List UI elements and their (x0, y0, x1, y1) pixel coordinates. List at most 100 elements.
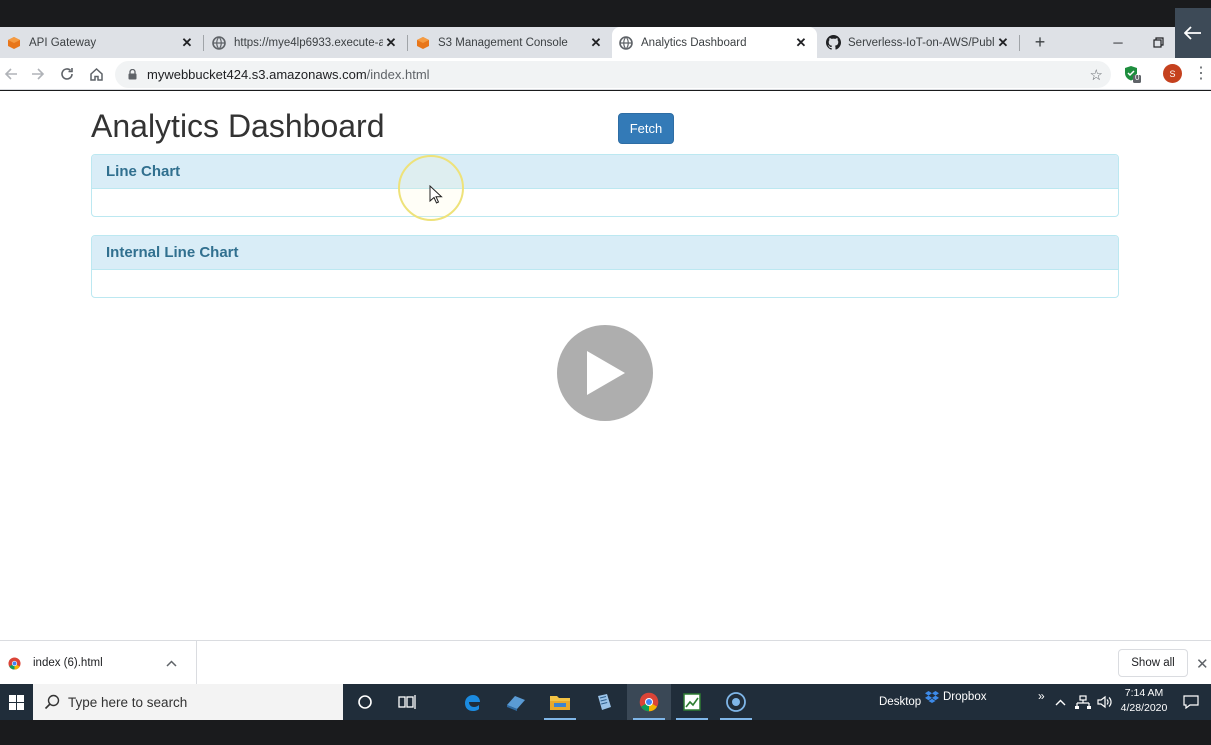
search-placeholder: Type here to search (68, 694, 188, 710)
arrow-left-icon (4, 68, 17, 80)
system-clock[interactable]: 7:14 AM 4/28/2020 (1118, 686, 1170, 716)
profile-avatar[interactable]: S (1163, 64, 1182, 83)
screen: API Gateway ✕ https://mye4lp6933.execute… (0, 0, 1211, 745)
lock-icon (126, 68, 138, 82)
bookmark-star-icon[interactable]: ☆ (1090, 66, 1103, 84)
chevron-up-icon[interactable] (1055, 684, 1066, 720)
mouse-pointer-icon (429, 185, 443, 204)
cortana-button[interactable] (343, 684, 387, 720)
tab-divider (1019, 35, 1020, 51)
edge-icon (465, 695, 480, 711)
close-icon[interactable]: ✕ (1196, 655, 1209, 673)
arrow-left-icon (1184, 26, 1201, 40)
toolbar: mywebbucket424.s3.amazonaws.com/index.ht… (0, 58, 1211, 90)
restore-button[interactable] (1138, 27, 1178, 58)
address-bar[interactable]: mywebbucket424.s3.amazonaws.com/index.ht… (115, 61, 1111, 88)
extension-badge: 0 (1135, 73, 1140, 82)
bottom-black-bar (0, 720, 1211, 745)
clock-time: 7:14 AM (1124, 687, 1164, 699)
show-all-button[interactable]: Show all (1118, 649, 1188, 677)
new-tab-button[interactable]: + (1030, 33, 1050, 53)
page-title: Analytics Dashboard (91, 108, 385, 144)
tab-analytics-dashboard[interactable]: Analytics Dashboard ✕ (612, 27, 817, 58)
arrow-right-icon (32, 68, 45, 80)
clock-date: 4/28/2020 (1120, 702, 1168, 714)
chart-app-button[interactable] (670, 684, 714, 720)
chrome-icon (639, 692, 659, 712)
globe-icon (618, 35, 634, 51)
minimize-button[interactable]: ─ (1098, 27, 1138, 58)
back-arrow-overlay-button[interactable] (1175, 8, 1211, 58)
github-icon (825, 35, 841, 51)
extension-button[interactable]: 0 (1123, 65, 1141, 83)
toolbar-overflow-icon[interactable]: » (1038, 678, 1045, 714)
folder-icon (550, 696, 570, 710)
taskbar-search[interactable]: Type here to search (33, 684, 343, 720)
internal-line-chart-panel: Internal Line Chart (91, 235, 1119, 298)
close-icon[interactable]: ✕ (793, 35, 809, 51)
tab-github[interactable]: Serverless-IoT-on-AWS/Public ✕ (819, 27, 1019, 58)
tab-divider (203, 35, 204, 51)
reload-button[interactable] (56, 63, 78, 85)
tab-s3-console[interactable]: S3 Management Console ✕ (409, 27, 612, 58)
aws-icon (6, 35, 22, 51)
home-button[interactable] (85, 63, 107, 85)
fetch-button[interactable]: Fetch (618, 113, 674, 144)
close-icon[interactable]: ✕ (179, 35, 195, 51)
page-viewport: Analytics Dashboard Fetch Line Chart Int… (0, 91, 1211, 640)
url-text: mywebbucket424.s3.amazonaws.com/index.ht… (147, 67, 430, 82)
play-icon (587, 351, 625, 395)
network-icon[interactable] (1075, 684, 1091, 720)
downloads-bar: index (6).html Show all ✕ (0, 640, 1211, 685)
chart-app-icon (683, 693, 701, 711)
tab-title: S3 Management Console (438, 36, 568, 49)
tab-api-gateway[interactable]: API Gateway ✕ (0, 27, 203, 58)
globe-icon (211, 35, 227, 51)
volume-icon[interactable] (1097, 684, 1113, 720)
download-filename: index (6).html (33, 657, 103, 669)
tab-title: Analytics Dashboard (641, 36, 747, 49)
recorder-app-button[interactable] (714, 684, 758, 720)
url-host: mywebbucket424.s3.amazonaws.com (147, 67, 367, 82)
tab-title: https://mye4lp6933.execute-ap (234, 36, 383, 49)
top-black-bar (0, 0, 1211, 27)
tab-title: Serverless-IoT-on-AWS/Public (848, 36, 995, 49)
search-icon (44, 694, 60, 710)
close-icon[interactable]: ✕ (995, 35, 1011, 51)
tab-title: API Gateway (29, 36, 97, 49)
chrome-taskbar-button[interactable] (627, 684, 671, 720)
record-icon (726, 692, 746, 712)
home-icon (89, 67, 103, 81)
task-view-button[interactable] (385, 684, 429, 720)
more-menu-icon[interactable]: ⋮ (1193, 64, 1209, 84)
notes-app-button[interactable] (582, 684, 626, 720)
network-app-button[interactable] (494, 684, 538, 720)
edge-button[interactable] (450, 684, 494, 720)
close-icon[interactable]: ✕ (588, 35, 604, 51)
close-icon[interactable]: ✕ (383, 35, 399, 51)
start-button[interactable] (0, 684, 33, 720)
video-play-button[interactable] (557, 325, 653, 421)
cortana-icon (358, 695, 372, 709)
notifications-icon[interactable] (1183, 684, 1199, 720)
file-explorer-button[interactable] (538, 684, 582, 720)
aws-icon (415, 35, 431, 51)
panel-heading: Internal Line Chart (92, 236, 1118, 270)
forward-button[interactable] (27, 63, 49, 85)
windows-logo-icon (9, 694, 24, 710)
notepad-icon (598, 694, 611, 710)
task-view-icon (398, 695, 416, 709)
reload-icon (61, 68, 73, 80)
panel-heading: Line Chart (92, 155, 1118, 189)
dropbox-label: Dropbox (943, 691, 987, 703)
download-item[interactable]: index (6).html (0, 641, 197, 685)
tab-divider (407, 35, 408, 51)
desktop-toolbar[interactable]: Desktop (879, 684, 921, 720)
dropbox-toolbar[interactable]: Dropbox (925, 679, 986, 715)
chevron-up-icon[interactable] (166, 656, 180, 670)
tab-execute-api[interactable]: https://mye4lp6933.execute-ap ✕ (205, 27, 407, 58)
chrome-icon (8, 656, 21, 670)
windows-taskbar: Type here to search Desktop Dropbox » 7:… (0, 684, 1211, 720)
back-button[interactable] (0, 63, 22, 85)
url-path: /index.html (366, 67, 430, 82)
